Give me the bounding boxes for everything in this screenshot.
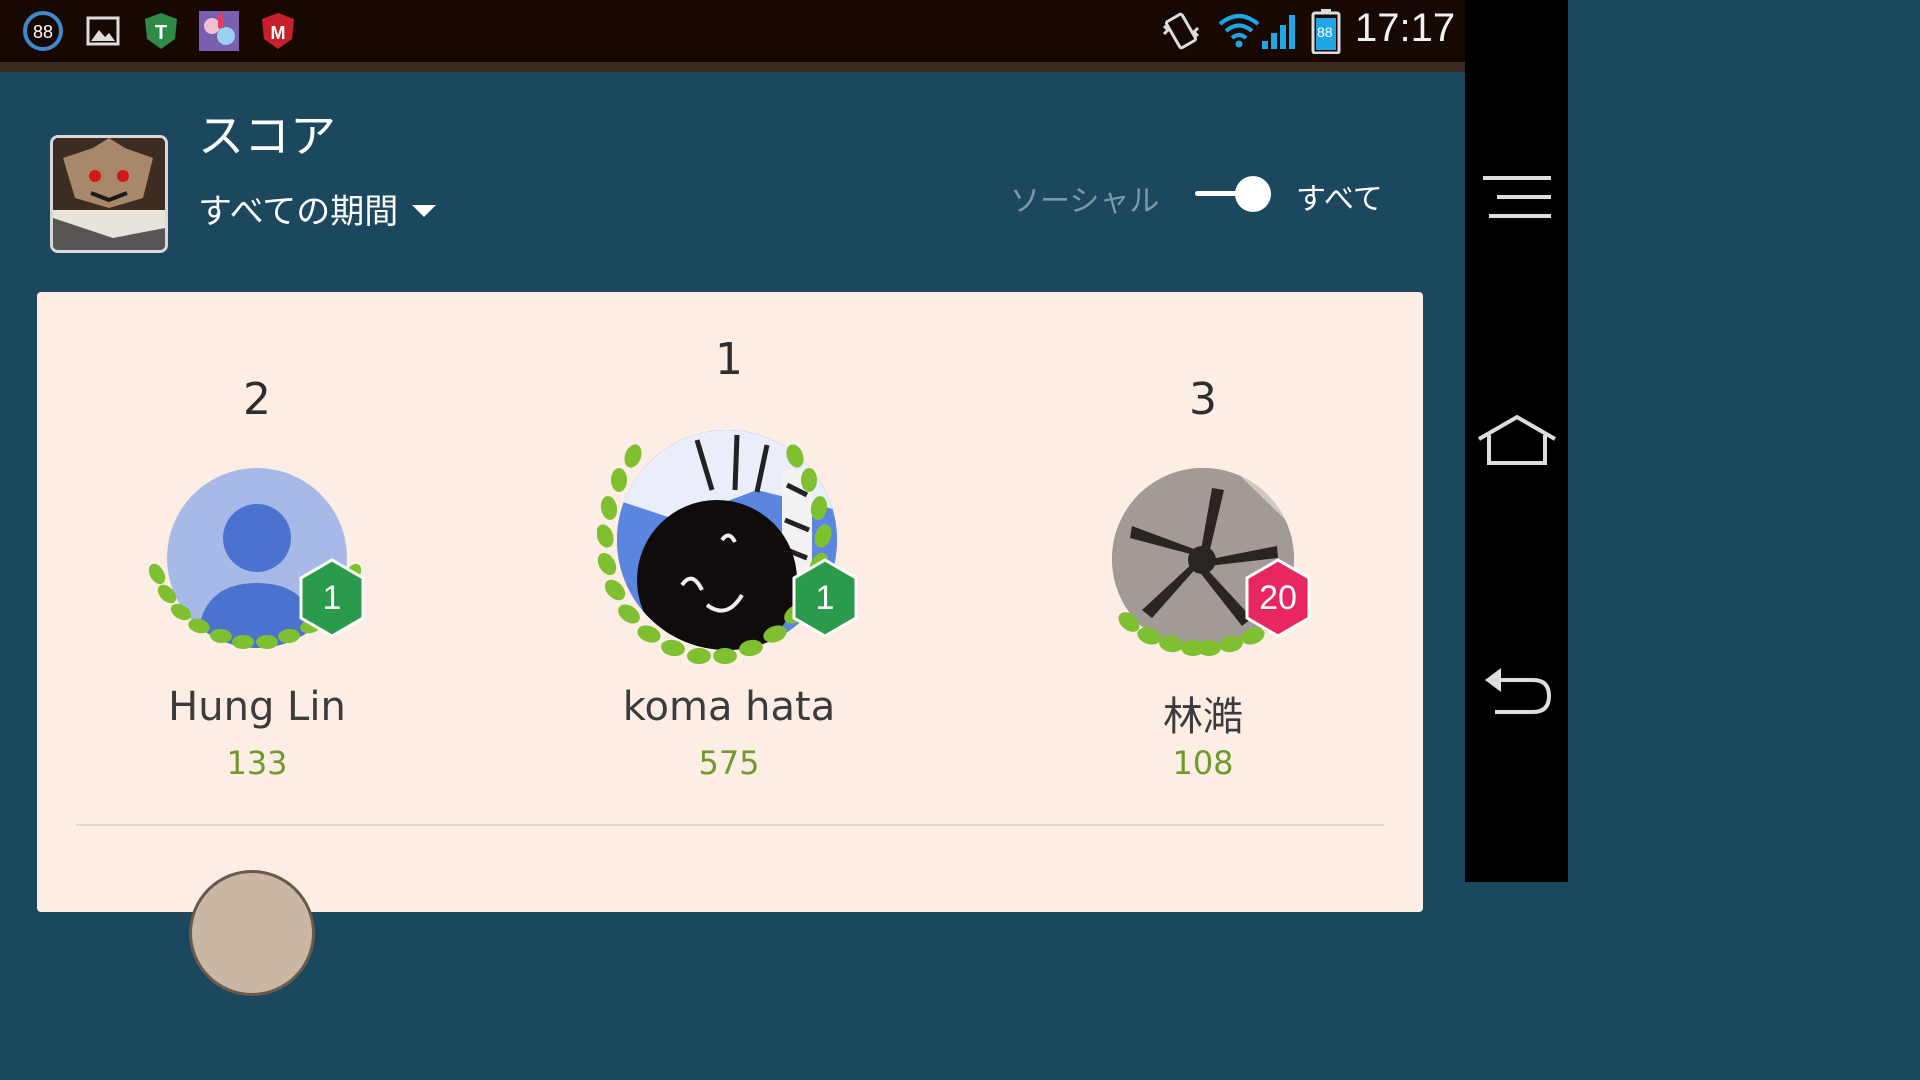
svg-text:M: M <box>271 23 286 43</box>
status-bar: 88 T M 88 17:17 <box>0 0 1465 62</box>
trend-micro-icon: T <box>140 10 182 52</box>
back-button[interactable] <box>1473 650 1561 730</box>
level-badge: 20 <box>1243 558 1313 638</box>
level-badge: 1 <box>790 558 860 638</box>
player-score: 108 <box>1172 744 1234 782</box>
battery-88-icon: 88 <box>22 10 64 52</box>
svg-text:88: 88 <box>33 22 53 42</box>
podium-divider <box>76 824 1384 826</box>
page-title: スコア <box>198 109 336 163</box>
period-label: すべての期間 <box>198 192 399 232</box>
player-rank: 2 <box>243 374 271 425</box>
chevron-down-icon <box>412 204 437 217</box>
period-dropdown[interactable]: すべての期間 <box>198 184 437 233</box>
game-icon[interactable] <box>50 135 168 253</box>
system-nav-bar <box>1465 0 1568 882</box>
home-icon <box>1477 414 1557 465</box>
player-name: koma hata <box>622 684 836 730</box>
status-clock: 17:17 <box>1355 6 1456 50</box>
all-filter-label[interactable]: すべて <box>1296 174 1383 218</box>
battery-level-text: 88 <box>1317 24 1333 40</box>
player-score: 575 <box>698 744 760 782</box>
status-bar-divider <box>0 62 1465 72</box>
game-app-icon <box>198 10 240 52</box>
svg-text:T: T <box>155 22 167 44</box>
player-rank: 1 <box>715 334 743 385</box>
wifi-icon <box>1218 10 1260 52</box>
player-score: 133 <box>226 744 288 782</box>
cell-signal-icon <box>1258 10 1300 52</box>
social-filter-label[interactable]: ソーシャル <box>1010 176 1159 220</box>
level-badge-text: 1 <box>815 578 835 617</box>
toggle-knob <box>1235 176 1271 212</box>
leaderboard-card: 2 1 Hung Lin 133 1 1 koma hata 575 3 20 … <box>37 292 1423 996</box>
social-all-toggle[interactable] <box>1195 172 1275 216</box>
back-icon <box>1485 668 1552 714</box>
mcafee-icon: M <box>257 10 299 52</box>
menu-icon <box>1483 176 1551 218</box>
home-button[interactable] <box>1473 400 1561 480</box>
vibrate-icon <box>1160 10 1202 52</box>
battery-icon: 88 <box>1306 9 1346 54</box>
next-player-avatar[interactable] <box>189 870 315 996</box>
level-badge-text: 1 <box>322 578 342 617</box>
menu-button[interactable] <box>1473 158 1561 238</box>
player-name: Hung Lin <box>168 684 346 730</box>
gallery-icon <box>82 10 124 52</box>
player-rank: 3 <box>1189 374 1217 425</box>
leaderboard-header: スコア すべての期間 ソーシャル すべて <box>0 72 1465 292</box>
level-badge-text: 20 <box>1259 578 1297 617</box>
level-badge: 1 <box>297 558 367 638</box>
player-name: 林澔 <box>1163 694 1243 740</box>
